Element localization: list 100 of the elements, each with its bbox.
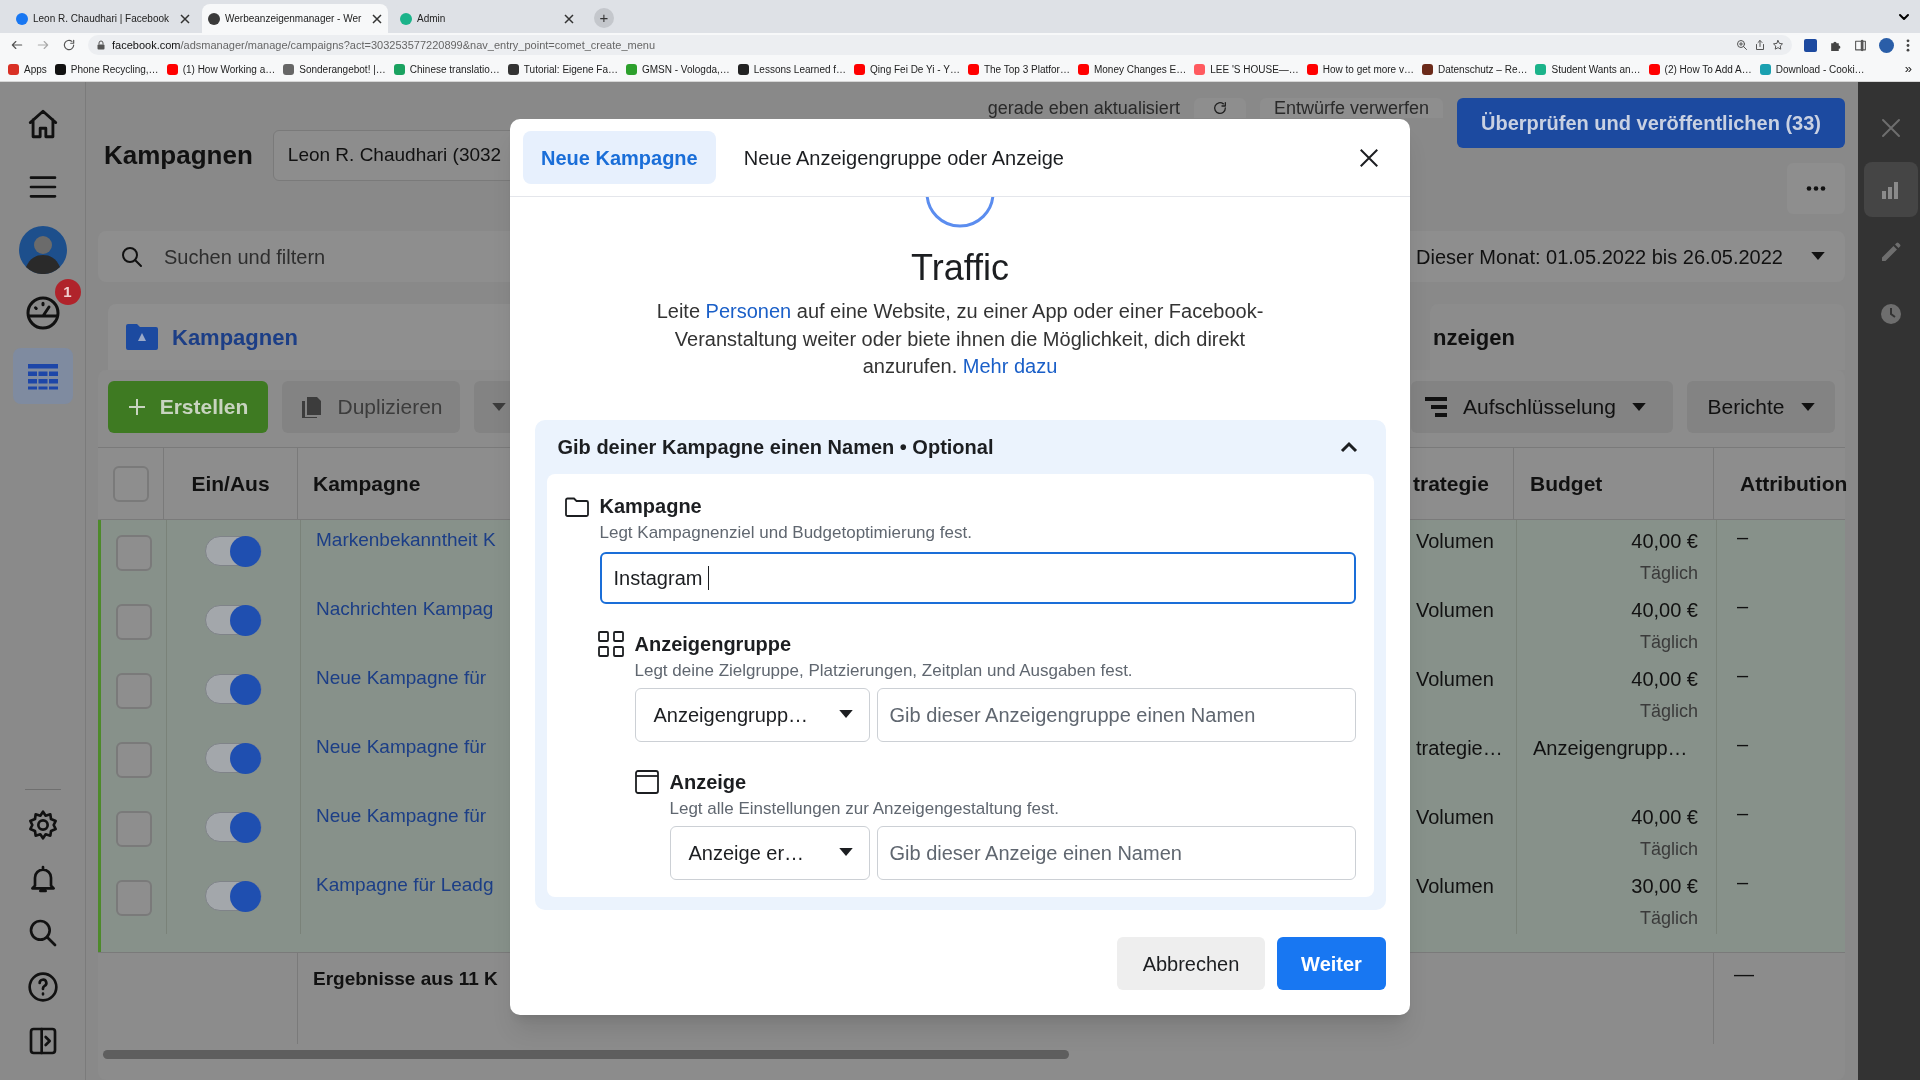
copy-icon bbox=[299, 395, 324, 419]
budget-period: Täglich bbox=[1639, 838, 1698, 861]
more-icon bbox=[1806, 186, 1826, 191]
gauge-icon bbox=[24, 295, 61, 331]
bookmark[interactable]: The Top 3 Platfor… bbox=[967, 61, 1070, 77]
link[interactable]: Personen bbox=[705, 300, 792, 322]
bookmark[interactable]: Lessons Learned f… bbox=[737, 61, 847, 77]
address-bar[interactable]: facebook.com/adsmanager/manage/campaigns?act=303253577220899&nav_entry_point=comet_create_menu bbox=[88, 35, 1792, 55]
nav-item[interactable] bbox=[12, 348, 73, 404]
dialog-tab[interactable]: Neue Anzeigengruppe oder Anzeige bbox=[725, 131, 1082, 184]
table-cell-text: Volumen bbox=[1416, 529, 1494, 554]
objective-description: Leite Personen auf eine Website, zu einer App oder einer Facebook-Veranstaltung weiter oder biete ihnen die Möglichkeit, dich direkt anzurufen. Mehr dazu bbox=[655, 299, 1265, 379]
settings-icon bbox=[26, 809, 59, 841]
caret-icon bbox=[492, 402, 506, 412]
results-summary: Ergebnisse aus 11 K bbox=[313, 967, 498, 991]
field-description: Legt deine Zielgruppe, Platzierungen, Zeitplan und Ausgaben fest. bbox=[634, 659, 1134, 682]
help-icon bbox=[26, 971, 59, 1003]
budget-period: Täglich bbox=[1639, 562, 1698, 585]
bookmark[interactable]: LEE 'S HOUSE—… bbox=[1194, 61, 1299, 77]
breakdown-button[interactable]: Aufschlüsselung bbox=[1411, 381, 1673, 433]
bookmark[interactable]: Tutorial: Eigene Fa… bbox=[507, 61, 618, 77]
breakdown-icon bbox=[1425, 397, 1447, 417]
field-description: Legt alle Einstellungen zur Anzeigengestaltung fest. bbox=[669, 797, 1060, 820]
close-icon[interactable] bbox=[564, 13, 574, 24]
table-cell-text: 40,00 € bbox=[1631, 667, 1698, 692]
column-header[interactable]: Kampagne bbox=[313, 467, 421, 500]
toggle-switch[interactable] bbox=[205, 536, 262, 566]
budget-period: Täglich bbox=[1639, 700, 1698, 723]
kebab-menu-icon[interactable] bbox=[1906, 38, 1910, 52]
bookmark[interactable]: How to get more v… bbox=[1306, 61, 1414, 77]
table-cell-text: trategie… bbox=[1416, 736, 1503, 761]
bookmark[interactable]: (1) How Working a… bbox=[166, 61, 276, 77]
link[interactable]: Mehr dazu bbox=[962, 355, 1058, 377]
caret-icon bbox=[838, 848, 853, 857]
notification-badge: 1 bbox=[54, 279, 81, 305]
bookmark[interactable]: Sonderangebot! |… bbox=[283, 61, 386, 77]
cancel-button[interactable]: Abbrechen bbox=[1117, 937, 1265, 990]
star-icon[interactable] bbox=[1772, 39, 1784, 51]
dialog-tab[interactable]: Neue Kampagne bbox=[523, 131, 716, 184]
close-icon[interactable] bbox=[372, 13, 382, 24]
browser-tab[interactable]: Werbeanzeigenmanager - Wer bbox=[202, 4, 388, 33]
reload-icon[interactable] bbox=[62, 38, 76, 52]
more-bookmarks[interactable]: » bbox=[1904, 59, 1912, 79]
caret-icon bbox=[838, 710, 853, 719]
new-tab-button[interactable]: + bbox=[594, 8, 614, 28]
chevron-down-icon[interactable] bbox=[1898, 11, 1910, 23]
toggle-switch[interactable] bbox=[205, 605, 262, 635]
ad-window-icon bbox=[634, 769, 659, 794]
next-button[interactable]: Weiter bbox=[1277, 937, 1386, 990]
bookmark[interactable]: (2) How To Add A… bbox=[1648, 61, 1752, 77]
budget-period: Täglich bbox=[1639, 907, 1698, 930]
bookmark[interactable]: Qing Fei De Yi - Y… bbox=[854, 61, 960, 77]
toggle-switch[interactable] bbox=[205, 743, 262, 773]
objective-title: Traffic bbox=[911, 246, 1009, 290]
refresh-button[interactable] bbox=[1193, 98, 1246, 118]
reports-button[interactable]: Berichte bbox=[1687, 381, 1835, 433]
grid-icon bbox=[597, 630, 624, 657]
name-input[interactable]: Gib dieser Anzeigengruppe einen Namen bbox=[876, 687, 1356, 742]
table-cell-text: 40,00 € bbox=[1631, 805, 1698, 830]
scrollbar[interactable] bbox=[103, 1049, 1069, 1059]
zoom-icon[interactable] bbox=[1736, 39, 1748, 51]
side-panel-icon[interactable] bbox=[1854, 38, 1867, 52]
lock-icon bbox=[96, 40, 106, 50]
table-cell-text: 40,00 € bbox=[1631, 529, 1698, 554]
bookmark[interactable]: Student Wants an… bbox=[1535, 61, 1641, 77]
close-icon[interactable] bbox=[1358, 146, 1380, 169]
campaign-name-input[interactable]: Instagram bbox=[599, 551, 1356, 604]
toggle-switch[interactable] bbox=[205, 812, 262, 842]
toggle-switch[interactable] bbox=[205, 674, 262, 704]
bookmark[interactable]: Datenschutz – Re… bbox=[1421, 61, 1528, 77]
chevron-up-icon[interactable] bbox=[1339, 440, 1358, 453]
bookmark[interactable]: GMSN - Vologda,… bbox=[626, 61, 730, 77]
bookmark[interactable]: Chinese translatio… bbox=[393, 61, 500, 77]
column-header[interactable]: trategie bbox=[1413, 467, 1489, 500]
bookmark[interactable]: Phone Recycling,… bbox=[54, 61, 159, 77]
status-text: gerade eben aktualisiert bbox=[987, 98, 1180, 118]
back-arrow-icon[interactable] bbox=[10, 38, 24, 52]
close-icon[interactable] bbox=[180, 13, 190, 24]
side-panel-button[interactable] bbox=[1863, 162, 1918, 217]
search-icon bbox=[120, 244, 144, 269]
text-cursor bbox=[708, 565, 709, 590]
column-header[interactable]: Attribution bbox=[1740, 467, 1848, 500]
bookmark[interactable]: Money Changes E… bbox=[1077, 61, 1187, 77]
bookmark[interactable]: Apps bbox=[8, 61, 47, 77]
table-cell-text: – bbox=[1737, 663, 1749, 688]
creation-dropdown[interactable]: Anzeige er… bbox=[669, 825, 870, 880]
name-input[interactable]: Gib dieser Anzeige einen Namen bbox=[876, 825, 1356, 880]
column-header[interactable]: Ein/Aus bbox=[191, 467, 270, 500]
bookmark[interactable]: Download - Cooki… bbox=[1759, 61, 1865, 77]
folder-icon bbox=[126, 323, 158, 351]
share-icon[interactable] bbox=[1754, 39, 1766, 51]
publish-button[interactable]: Überprüfen und veröffentlichen (33) bbox=[1456, 98, 1845, 148]
column-header[interactable]: Budget bbox=[1530, 467, 1603, 500]
discard-drafts-button[interactable]: Entwürfe verwerfen bbox=[1259, 98, 1443, 118]
extension-icon[interactable] bbox=[1804, 38, 1817, 52]
table-cell-text: Anzeigengrupp… bbox=[1533, 736, 1688, 761]
toggle-switch[interactable] bbox=[205, 881, 262, 911]
table-cell-text: – bbox=[1737, 594, 1749, 619]
creation-dropdown[interactable]: Anzeigengrupp… bbox=[634, 687, 870, 742]
profile-avatar[interactable] bbox=[1879, 37, 1894, 53]
